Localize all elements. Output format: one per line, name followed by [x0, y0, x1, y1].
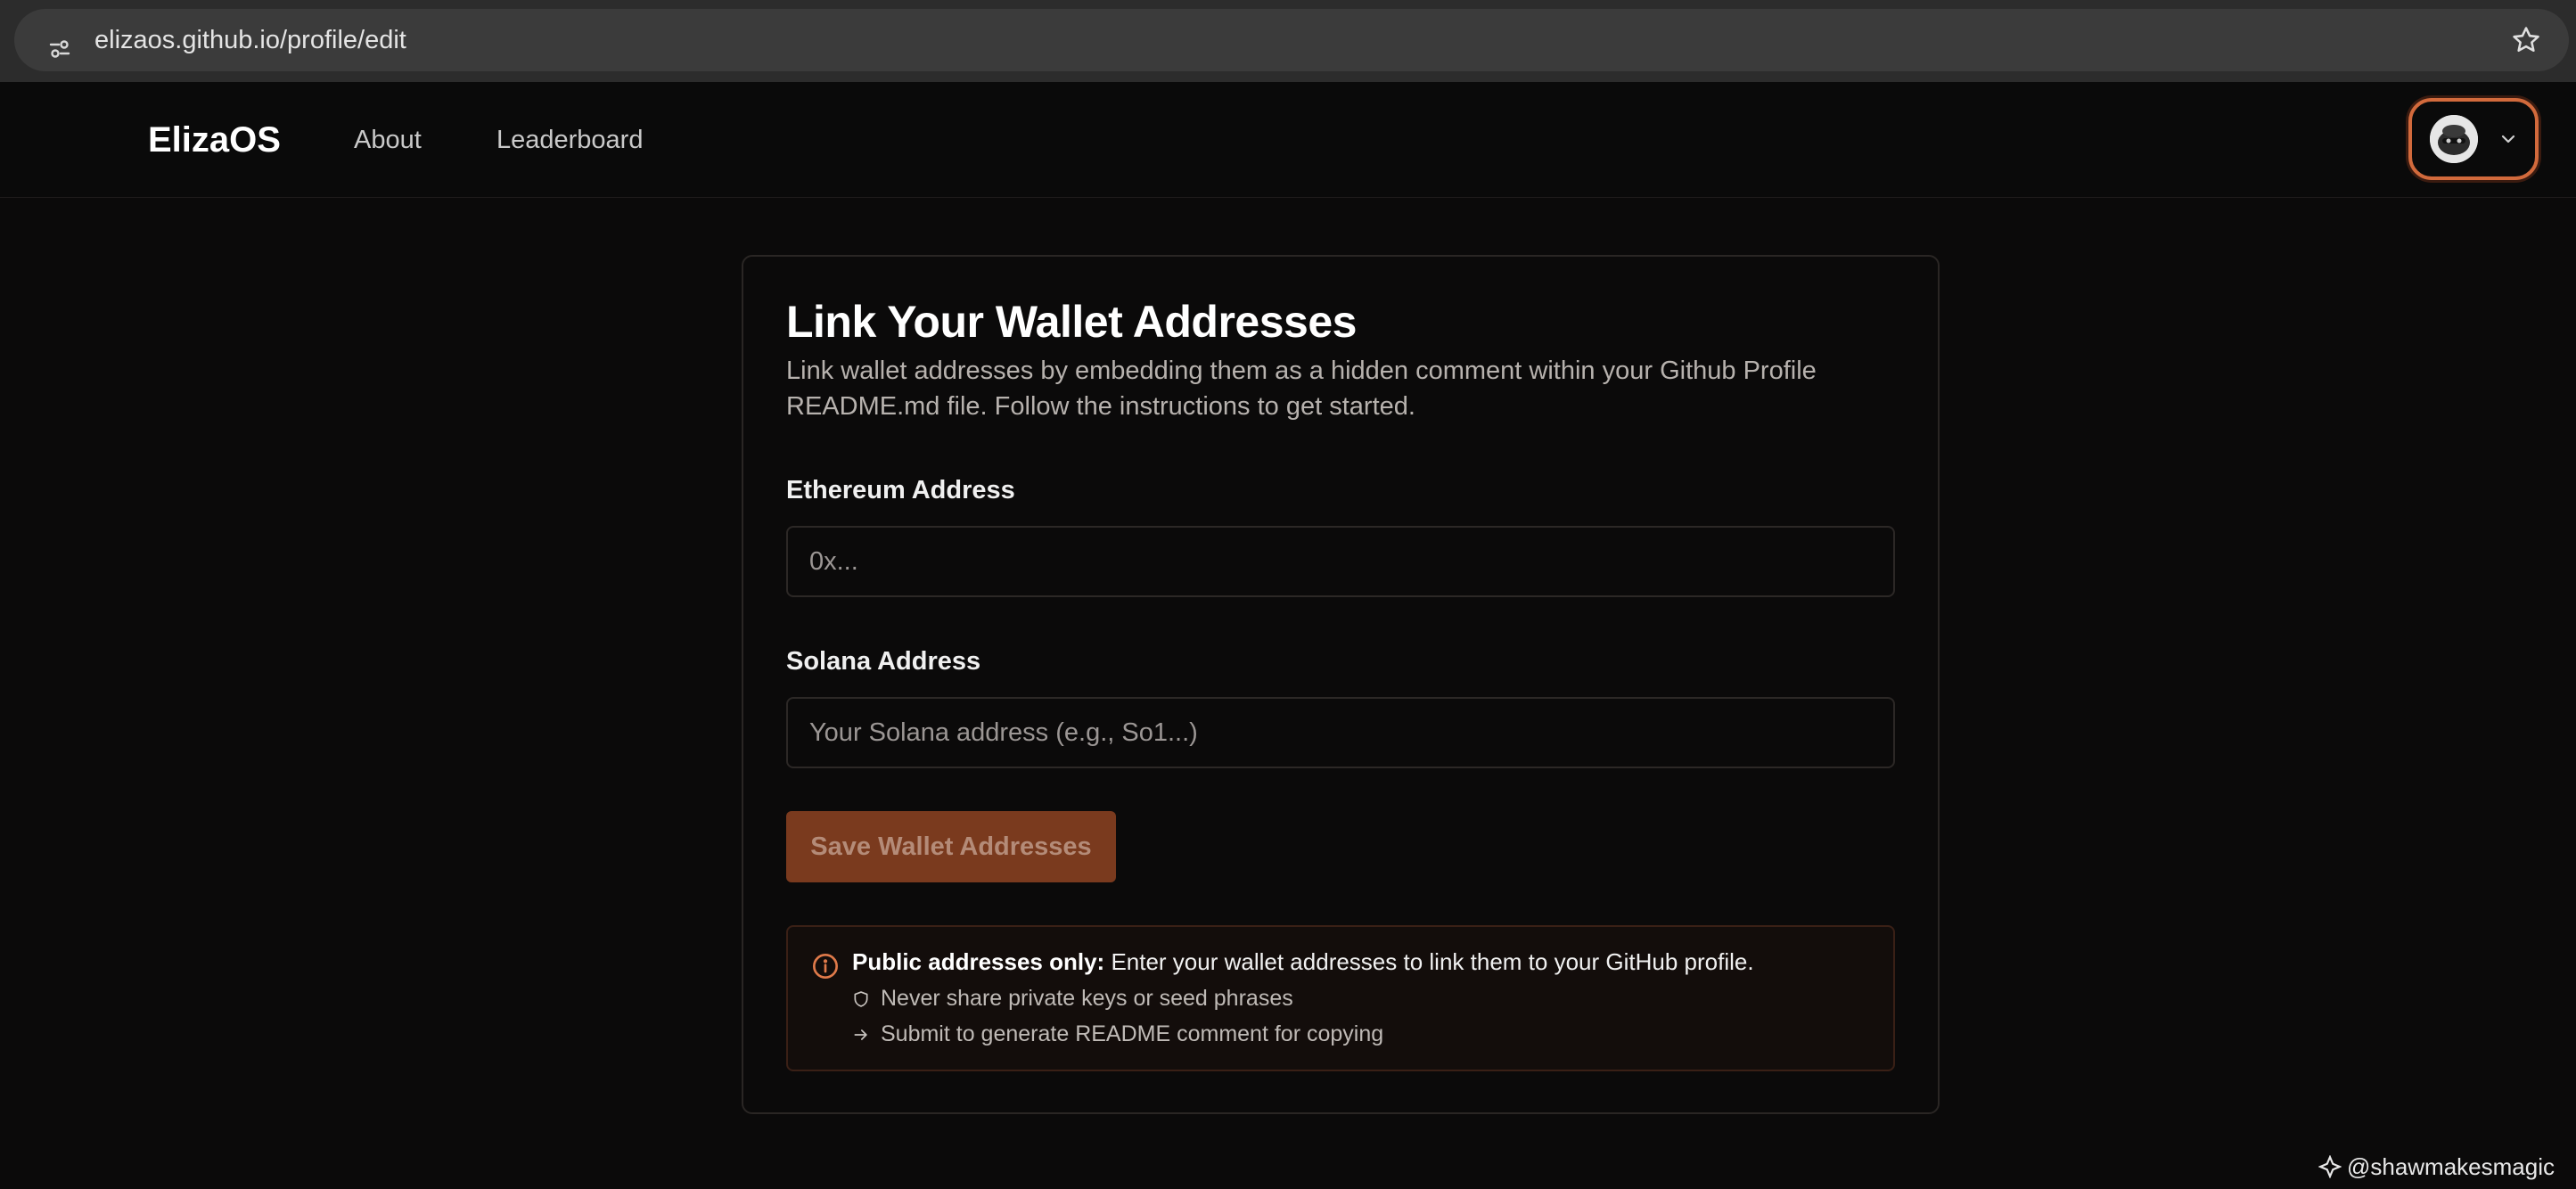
notice-bold: Public addresses only: [852, 948, 1105, 975]
watermark-text: @shawmakesmagic [2346, 1152, 2555, 1180]
notice-item: Never share private keys or seed phrases [852, 986, 1293, 1012]
site-header: ElizaOS About Leaderboard [0, 82, 2576, 198]
nav-leaderboard[interactable]: Leaderboard [496, 82, 643, 198]
info-icon [811, 952, 840, 980]
ethereum-address-label: Ethereum Address [786, 476, 1015, 504]
tune-icon[interactable] [29, 18, 91, 80]
site-logo[interactable]: ElizaOS [148, 82, 281, 198]
shield-icon [852, 989, 872, 1009]
page-description: Link wallet addresses by embedding them … [786, 357, 1817, 421]
solana-address-label: Solana Address [786, 647, 981, 676]
watermark: @shawmakesmagic [2318, 1152, 2555, 1182]
notice-item: Submit to generate README comment for co… [852, 1021, 1383, 1047]
notice-body: Enter your wallet addresses to link them… [1104, 948, 1754, 975]
wallet-link-card: Link Your Wallet Addresses Link wallet a… [742, 255, 1940, 1114]
star-icon[interactable] [2506, 9, 2546, 71]
notice-item-text: Never share private keys or seed phrases [881, 986, 1293, 1011]
avatar [2430, 115, 2478, 163]
notice-text: Public addresses only: Enter your wallet… [852, 948, 1754, 976]
url-text[interactable]: elizaos.github.io/profile/edit [94, 9, 406, 71]
notice-item-text: Submit to generate README comment for co… [881, 1021, 1384, 1046]
save-wallet-addresses-button[interactable]: Save Wallet Addresses [786, 811, 1116, 882]
arrow-right-icon [852, 1025, 872, 1045]
chevron-down-icon [2498, 128, 2519, 150]
page-title: Link Your Wallet Addresses [786, 297, 1357, 347]
solana-address-input[interactable] [786, 697, 1895, 768]
public-addresses-notice: Public addresses only: Enter your wallet… [786, 925, 1895, 1071]
ethereum-address-input[interactable] [786, 526, 1895, 597]
sparkle-icon [2318, 1155, 2342, 1178]
profile-menu-button[interactable] [2408, 98, 2539, 180]
nav-about[interactable]: About [354, 82, 422, 198]
browser-toolbar: elizaos.github.io/profile/edit [0, 0, 2576, 82]
address-bar[interactable]: elizaos.github.io/profile/edit [14, 9, 2569, 71]
